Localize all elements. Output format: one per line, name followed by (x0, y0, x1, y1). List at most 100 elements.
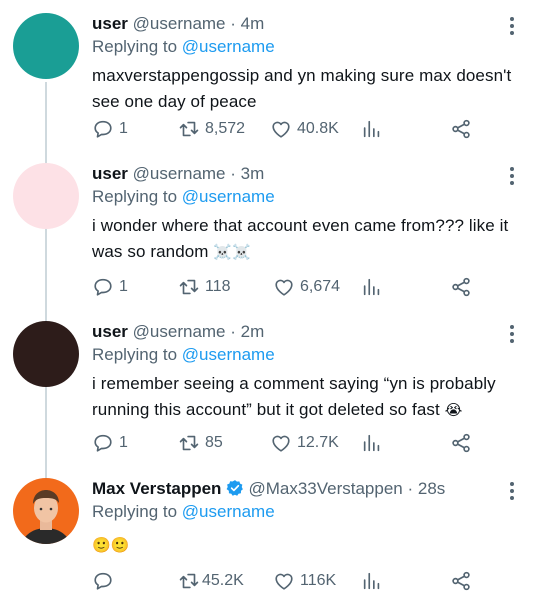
display-name[interactable]: user (92, 322, 128, 341)
like-button[interactable]: 6,674 (273, 274, 340, 300)
replying-to: Replying to @username (92, 501, 275, 523)
heart-icon (275, 573, 293, 590)
retweet-icon (179, 435, 199, 451)
timestamp[interactable]: · 2m (230, 322, 264, 341)
share-button[interactable] (450, 568, 472, 594)
like-count: 6,674 (300, 278, 341, 295)
profile-photo (20, 490, 72, 544)
tweet-header: user @username · 3m (92, 163, 264, 185)
like-button[interactable]: 116K (273, 568, 336, 594)
reply-icon (94, 572, 112, 590)
user-handle[interactable]: @username (133, 164, 226, 183)
reply-button[interactable]: 1 (92, 116, 128, 142)
like-button[interactable]: 40.8K (270, 116, 339, 142)
tweet-text: maxverstappengossip and yn making sure m… (92, 63, 522, 115)
retweet-button[interactable]: 8,572 (178, 116, 245, 142)
analytics-button[interactable] (361, 116, 383, 142)
skull-emoji: ☠️☠️ (213, 243, 251, 261)
mention-link[interactable]: @username (182, 187, 275, 206)
tweet-header: user @username · 2m (92, 321, 264, 343)
more-options-icon[interactable] (505, 165, 519, 187)
reply-button[interactable] (92, 568, 114, 594)
avatar[interactable] (13, 163, 79, 229)
timestamp[interactable]: · 4m (230, 14, 264, 33)
avatar[interactable] (13, 321, 79, 387)
more-options-icon[interactable] (505, 323, 519, 345)
tweet-actions: 1 8,572 40.8K (92, 116, 532, 142)
bar-chart-icon (363, 278, 380, 296)
mention-link[interactable]: @username (182, 502, 275, 521)
tweet[interactable]: user @username · 2m Replying to @usernam… (0, 321, 540, 461)
tweet-header: Max Verstappen @Max33Verstappen · 28s (92, 478, 445, 500)
crying-emoji: 😭 (444, 401, 463, 419)
reply-icon (94, 434, 112, 452)
mention-link[interactable]: @username (182, 37, 275, 56)
tweet-text: i remember seeing a comment saying “yn i… (92, 371, 522, 423)
replying-to: Replying to @username (92, 36, 275, 58)
reply-count: 1 (119, 120, 128, 137)
bar-chart-icon (363, 120, 380, 138)
share-icon (452, 277, 470, 297)
tweet-text-content: maxverstappengossip and yn making sure m… (92, 66, 512, 111)
display-name[interactable]: Max Verstappen (92, 479, 221, 498)
heart-icon (275, 279, 293, 296)
share-icon (452, 433, 470, 453)
tweet[interactable]: Max Verstappen @Max33Verstappen · 28s Rep… (0, 478, 540, 601)
reply-icon (94, 278, 112, 296)
retweet-count: 8,572 (205, 120, 246, 137)
bar-chart-icon (363, 572, 380, 590)
tweet-text-content: i remember seeing a comment saying “yn i… (92, 374, 496, 419)
display-name[interactable]: user (92, 14, 128, 33)
like-count: 40.8K (297, 120, 339, 137)
tweet[interactable]: user @username · 3m Replying to @usernam… (0, 163, 540, 303)
avatar[interactable] (13, 13, 79, 79)
tweet-text-content: i wonder where that account even came fr… (92, 216, 509, 261)
like-count: 116K (300, 572, 337, 589)
share-button[interactable] (450, 430, 472, 456)
analytics-button[interactable] (361, 274, 383, 300)
smile-emoji: 🙂🙂 (92, 536, 130, 554)
more-options-icon[interactable] (505, 15, 519, 37)
retweet-count: 118 (205, 278, 231, 295)
analytics-button[interactable] (361, 568, 383, 594)
heart-icon (272, 121, 290, 138)
tweet-actions: 1 118 6,674 (92, 274, 532, 300)
share-button[interactable] (450, 274, 472, 300)
reply-icon (94, 120, 112, 138)
reply-button[interactable]: 1 (92, 274, 128, 300)
retweet-count: 45.2K (202, 572, 244, 589)
mention-link[interactable]: @username (182, 345, 275, 364)
timestamp[interactable]: · 3m (230, 164, 264, 183)
tweet[interactable]: user @username · 4m Replying to @usernam… (0, 13, 540, 148)
reply-count: 1 (119, 278, 128, 295)
replying-to-label: Replying to (92, 37, 178, 56)
tweet-header: user @username · 4m (92, 13, 264, 35)
replying-to-label: Replying to (92, 187, 178, 206)
share-icon (452, 571, 470, 591)
avatar[interactable] (13, 478, 79, 544)
replying-to: Replying to @username (92, 344, 275, 366)
retweet-icon (179, 121, 199, 137)
reply-count: 1 (119, 434, 128, 451)
verified-badge-icon (227, 480, 244, 496)
more-options-icon[interactable] (505, 480, 519, 502)
retweet-count: 85 (205, 434, 223, 451)
share-button[interactable] (450, 116, 472, 142)
display-name[interactable]: user (92, 164, 128, 183)
user-handle[interactable]: @username (133, 14, 226, 33)
tweet-text: i wonder where that account even came fr… (92, 213, 522, 265)
like-button[interactable]: 12.7K (270, 430, 339, 456)
tweet-text: 🙂🙂 (92, 532, 522, 558)
retweet-button[interactable]: 85 (178, 430, 223, 456)
replying-to-label: Replying to (92, 345, 178, 364)
user-handle[interactable]: @username (133, 322, 226, 341)
retweet-button[interactable]: 45.2K (178, 568, 244, 594)
like-count: 12.7K (297, 434, 339, 451)
user-handle[interactable]: @Max33Verstappen (248, 479, 402, 498)
retweet-icon (179, 573, 199, 589)
analytics-button[interactable] (361, 430, 383, 456)
reply-button[interactable]: 1 (92, 430, 128, 456)
tweet-actions: 1 85 12.7K (92, 430, 532, 456)
timestamp[interactable]: · 28s (407, 479, 445, 498)
retweet-button[interactable]: 118 (178, 274, 231, 300)
